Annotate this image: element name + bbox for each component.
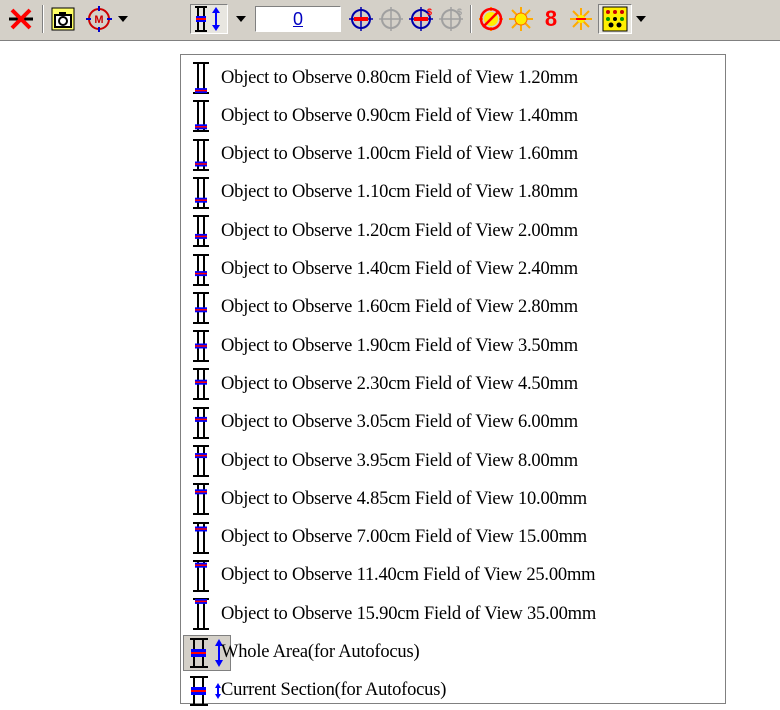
menu-item-field-of-view[interactable]: Object to Observe 1.60cm Field of View 2… [181, 289, 725, 327]
svg-text:M: M [94, 14, 103, 26]
target-s-disabled-button[interactable]: $ [436, 4, 466, 34]
remove-button[interactable] [6, 4, 36, 34]
menu-item-field-of-view[interactable]: Object to Observe 3.05cm Field of View 6… [181, 404, 725, 442]
menu-item-label: Object to Observe 7.00cm Field of View 1… [221, 527, 587, 548]
menu-item-label: Current Section(for Autofocus) [221, 680, 447, 701]
menu-item-label: Object to Observe 3.95cm Field of View 8… [221, 450, 578, 471]
menu-item-label: Object to Observe 2.30cm Field of View 4… [221, 373, 578, 394]
menu-item-field-of-view[interactable]: Object to Observe 1.00cm Field of View 1… [181, 136, 725, 174]
menu-item-label: Object to Observe 15.90cm Field of View … [221, 603, 597, 624]
focus-bar-icon [181, 289, 221, 327]
focus-bar-icon [181, 174, 221, 212]
toolbar-separator [42, 5, 44, 33]
pattern-button[interactable] [598, 4, 632, 34]
focus-bar-icon [181, 212, 221, 250]
menu-item-label: Whole Area(for Autofocus) [221, 642, 420, 662]
menu-item-field-of-view[interactable]: Object to Observe 11.40cm Field of View … [181, 557, 725, 595]
menu-item-label: Object to Observe 1.00cm Field of View 1… [221, 144, 578, 165]
menu-item-field-of-view[interactable]: Object to Observe 1.10cm Field of View 1… [181, 174, 725, 212]
chevron-down-icon [236, 16, 246, 22]
focus-bar-icon [181, 404, 221, 442]
zoom-value-field[interactable]: 0 [255, 6, 341, 32]
light-level-button[interactable]: 8 [536, 4, 566, 34]
menu-item-label: Object to Observe 4.85cm Field of View 1… [221, 488, 587, 509]
menu-item-field-of-view[interactable]: Object to Observe 2.30cm Field of View 4… [181, 365, 725, 403]
focus-range-dropdown-arrow[interactable] [234, 4, 248, 34]
toolbar-separator [470, 5, 472, 33]
focus-bar-icon [181, 557, 221, 595]
focus-bar-icon [181, 97, 221, 135]
chevron-down-icon [118, 16, 128, 22]
menu-item-label: Object to Observe 1.90cm Field of View 3… [221, 335, 578, 356]
menu-item-field-of-view[interactable]: Object to Observe 3.95cm Field of View 8… [181, 442, 725, 480]
light-dim-button[interactable] [566, 4, 596, 34]
menu-item-field-of-view[interactable]: Object to Observe 1.20cm Field of View 2… [181, 212, 725, 250]
menu-item-label: Object to Observe 1.10cm Field of View 1… [221, 182, 578, 203]
focus-range-menu: Object to Observe 0.80cm Field of View 1… [180, 54, 726, 706]
menu-item-label: Object to Observe 1.60cm Field of View 2… [221, 297, 578, 318]
pattern-dropdown-arrow[interactable] [634, 4, 648, 34]
menu-item-label: Object to Observe 0.90cm Field of View 1… [221, 105, 578, 126]
focus-bar-icon [181, 519, 221, 557]
menu-item-field-of-view[interactable]: Object to Observe 7.00cm Field of View 1… [181, 519, 725, 557]
focus-bar-icon [181, 251, 221, 289]
light-off-button[interactable] [476, 4, 506, 34]
menu-item-field-of-view[interactable]: Object to Observe 1.40cm Field of View 2… [181, 251, 725, 289]
target-minus-button[interactable] [346, 4, 376, 34]
light-bright-button[interactable] [506, 4, 536, 34]
menu-item-label: Object to Observe 11.40cm Field of View … [221, 565, 596, 586]
target-s-minus-button[interactable]: $ [406, 4, 436, 34]
menu-item-label: Object to Observe 0.80cm Field of View 1… [221, 67, 578, 88]
menu-item-label: Object to Observe 3.05cm Field of View 6… [221, 412, 578, 433]
menu-item-whole-area[interactable]: Whole Area(for Autofocus) [181, 634, 725, 672]
focus-bar-icon [181, 442, 221, 480]
menu-item-field-of-view[interactable]: Object to Observe 4.85cm Field of View 1… [181, 480, 725, 518]
svg-text:$: $ [427, 7, 432, 17]
m-target-icon: M [86, 6, 112, 32]
pattern-icon [602, 6, 628, 32]
red-x-icon [9, 8, 33, 30]
focus-bar-icon [181, 327, 221, 365]
target-s-icon: $ [409, 7, 433, 31]
target-plus-icon [379, 7, 403, 31]
menu-item-field-of-view[interactable]: Object to Observe 0.80cm Field of View 1… [181, 59, 725, 97]
focus-bar-icon [181, 136, 221, 174]
light-off-icon [479, 7, 503, 31]
menu-item-label: Object to Observe 1.40cm Field of View 2… [221, 259, 578, 279]
focus-range-icon [195, 6, 220, 32]
sun-icon [509, 7, 533, 31]
menu-item-field-of-view[interactable]: Object to Observe 0.90cm Field of View 1… [181, 97, 725, 135]
target-disabled-button[interactable] [376, 4, 406, 34]
menu-item-label: Object to Observe 1.20cm Field of View 2… [221, 220, 578, 241]
svg-text:$: $ [457, 7, 462, 17]
star-light-icon [570, 8, 592, 30]
focus-bar-icon [181, 59, 221, 97]
menu-item-field-of-view[interactable]: Object to Observe 15.90cm Field of View … [181, 595, 725, 633]
camera-icon [51, 7, 75, 31]
number-eight-icon: 8 [544, 6, 558, 31]
focus-bar-icon [181, 595, 221, 633]
mode-button[interactable]: M [84, 4, 114, 34]
toolbar: M 0 $ $ 8 [0, 0, 780, 41]
focus-bar-icon [181, 480, 221, 518]
chevron-down-icon [636, 16, 646, 22]
mode-dropdown-arrow[interactable] [116, 4, 130, 34]
focus-range-button[interactable] [190, 4, 228, 34]
focus-bar-icon [181, 365, 221, 403]
menu-item-current-section[interactable]: Current Section(for Autofocus) [181, 672, 725, 710]
capture-button[interactable] [48, 4, 78, 34]
target-s-disabled-icon: $ [439, 7, 463, 31]
menu-item-field-of-view[interactable]: Object to Observe 1.90cm Field of View 3… [181, 327, 725, 365]
target-minus-icon [349, 7, 373, 31]
